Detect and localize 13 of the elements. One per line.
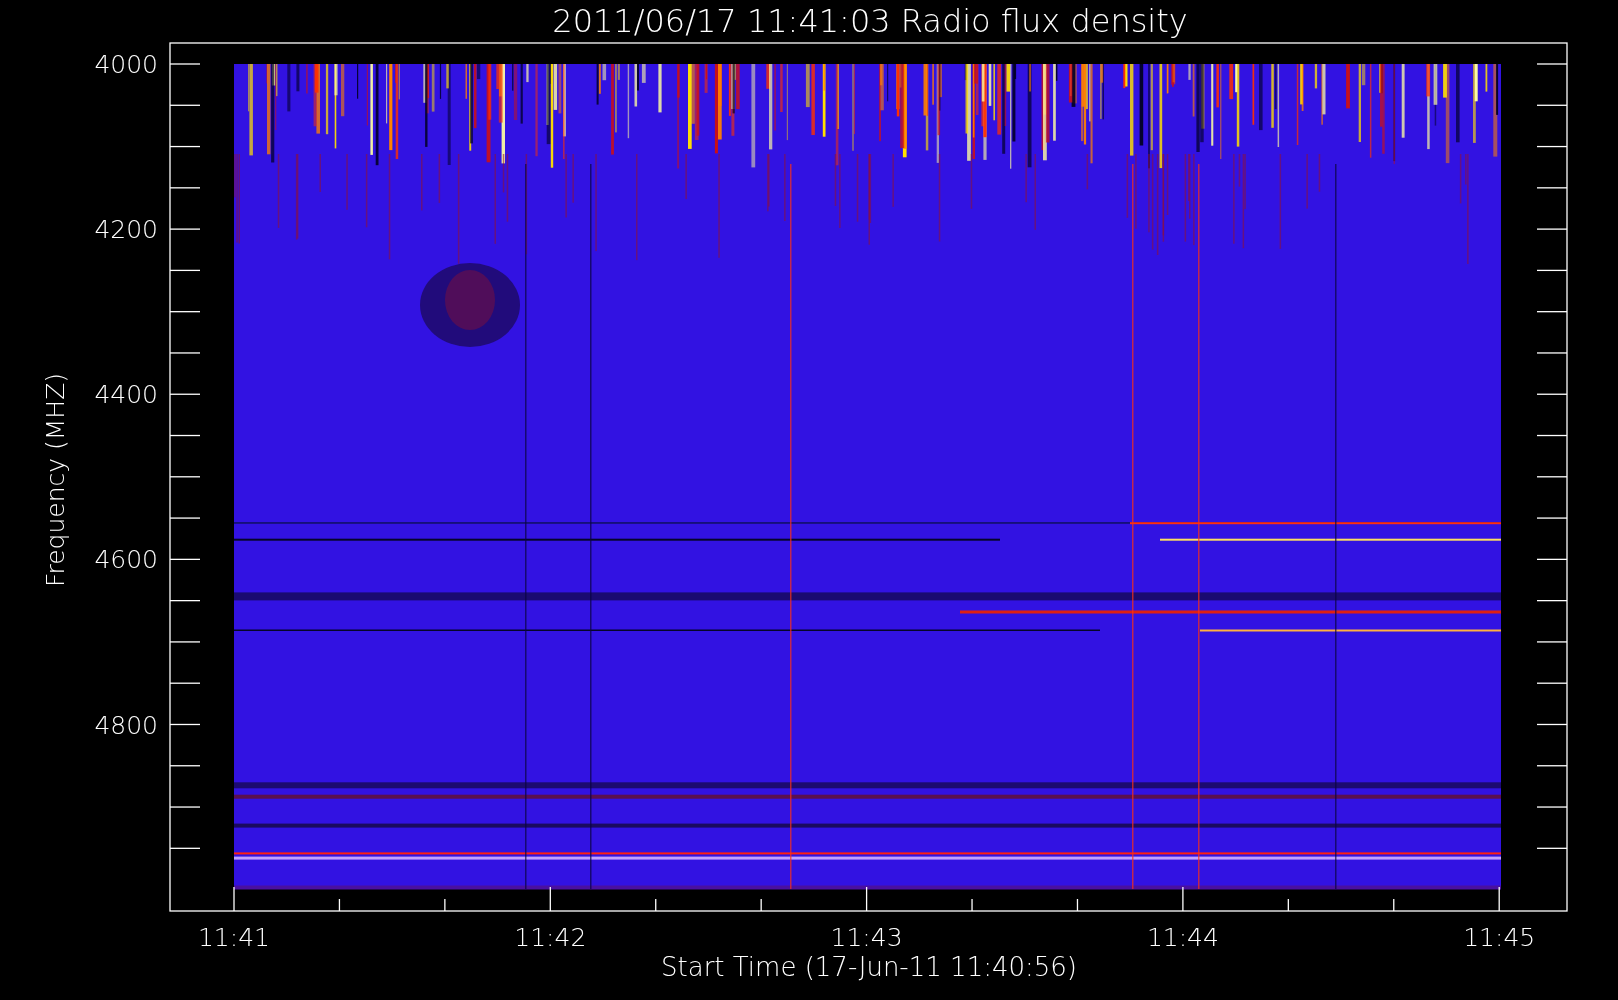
tick-label: 11:45 xyxy=(1463,923,1536,952)
tick-label: 11:43 xyxy=(830,923,903,952)
tick-label: 11:41 xyxy=(198,923,270,952)
tick-label: 11:44 xyxy=(1146,923,1219,952)
axis-title: Start Time (17-Jun-11 11:40:56) xyxy=(661,952,1077,982)
tick-label: 11:42 xyxy=(514,923,587,952)
tick-label: 4200 xyxy=(94,215,158,245)
tick-label: 4600 xyxy=(94,545,158,575)
tick-label: 4400 xyxy=(94,380,158,410)
tick-label: 4800 xyxy=(94,710,158,740)
axis-title: Frequency (MHZ) xyxy=(41,372,70,588)
chart-title: 2011/06/17 11:41:03 Radio flux density xyxy=(552,2,1188,40)
tick-label: 4000 xyxy=(94,50,158,79)
